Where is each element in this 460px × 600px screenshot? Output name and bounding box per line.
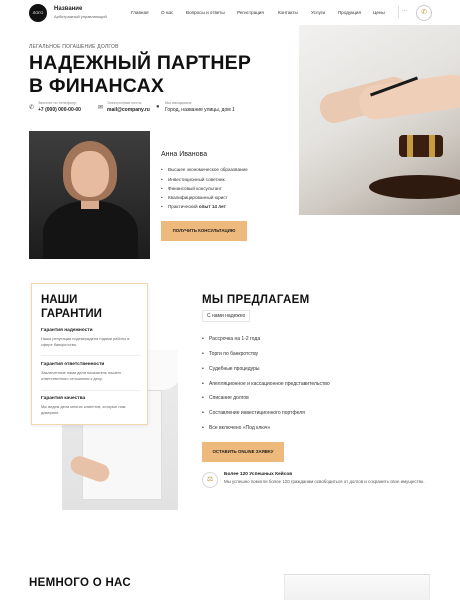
photo-gavel-band — [429, 135, 435, 157]
guarantee-item: Гарантия ответственности Заключенные нам… — [41, 362, 141, 382]
hero-kicker: ЛЕГАЛЬНОЕ ПОГАШЕНИЕ ДОЛГОВ — [29, 44, 119, 50]
guarantees-title: НАШИ ГАРАНТИИ — [41, 293, 102, 321]
guarantee-text: Мы ведем дела многих клиентов, которые н… — [41, 404, 126, 415]
about-photo — [284, 574, 430, 600]
guarantees-title-line1: НАШИ — [41, 294, 78, 306]
phone-icon: ✆ — [29, 105, 35, 111]
offers-title: МЫ ПРЕДЛАГАЕМ — [202, 294, 310, 306]
scales-icon: ⚖ — [202, 472, 218, 488]
brand-name[interactable]: Название — [54, 6, 82, 12]
divider — [41, 390, 140, 391]
hero-title: НАДЕЖНЫЙ ПАРТНЕР В ФИНАНСАХ — [29, 52, 251, 98]
nav-item-home[interactable]: Главная — [131, 10, 148, 15]
expert-name: Анна Иванова — [161, 151, 208, 158]
credential-item: Высшее экономическое образование — [161, 167, 248, 172]
service-item: Все включено «Под ключ» — [202, 425, 270, 431]
contact-value: +7 (000) 000-00-00 — [38, 107, 81, 113]
service-item: Судебные процедуры — [202, 366, 259, 372]
contact-label: Мы находимся: — [165, 101, 192, 105]
experience-value: опыт 14 лет — [198, 204, 226, 209]
nav-item-faq[interactable]: Вопросы и ответы — [186, 10, 225, 15]
online-request-button[interactable]: ОСТАВИТЬ ONLINE ЗАЯВКУ — [202, 442, 284, 462]
hero-title-line2: В ФИНАНСАХ — [29, 75, 165, 97]
get-consultation-button[interactable]: ПОЛУЧИТЬ КОНСУЛЬТАЦИЮ — [161, 221, 247, 241]
more-menu[interactable]: ... — [402, 7, 407, 13]
guarantee-heading: Гарантия надежности — [41, 328, 93, 333]
nav-item-about[interactable]: О нас — [161, 10, 173, 15]
hero-title-line1: НАДЕЖНЫЙ ПАРТНЕР — [29, 52, 252, 74]
nav-item-contacts[interactable]: Контакты — [278, 10, 298, 15]
guarantee-item: Гарантия надежности Наша репутация подтв… — [41, 328, 141, 348]
nav-item-prices[interactable]: Цены — [373, 10, 385, 15]
brand-subtitle: Арбитражный управляющий — [54, 14, 107, 19]
hero-photo — [299, 25, 460, 215]
photo-body — [43, 201, 138, 259]
logo[interactable]: ЛОГО — [29, 4, 47, 22]
guarantees-title-line2: ГАРАНТИИ — [41, 308, 102, 320]
divider — [41, 355, 140, 356]
expert-photo — [29, 131, 150, 259]
contact-label: Электронная почта: — [107, 101, 142, 105]
guarantee-text: Наша репутация подтверждена годами работ… — [41, 336, 130, 347]
experience-prefix: Практический — [168, 204, 199, 209]
contact-value: Город, название улицы, дом 1 — [165, 107, 235, 113]
contact-value: mail@company.ru — [107, 107, 150, 113]
about-title: НЕМНОГО О НАС — [29, 577, 131, 589]
service-item: Рассрочка на 1-2 года — [202, 336, 260, 342]
cases-text: Мы успешно помогли более 120 гражданам о… — [224, 479, 425, 484]
contact-label: Звоните по телефону: — [38, 101, 77, 105]
guarantee-heading: Гарантия ответственности — [41, 362, 105, 367]
nav-item-products[interactable]: Продукция — [338, 10, 361, 15]
photo-face — [71, 151, 109, 197]
credential-item: Инвестиционный советник — [161, 177, 225, 182]
guarantee-heading: Гарантия качества — [41, 396, 86, 401]
credential-item-experience: Практический опыт 14 лет — [161, 204, 226, 209]
guarantees-card: НАШИ ГАРАНТИИ Гарантия надежности Наша р… — [31, 283, 148, 425]
offers-subtitle: С нами надежно — [202, 310, 251, 322]
service-item: Апелляционное и кассационное представите… — [202, 381, 330, 387]
service-item: Составление инвестиционного портфеля — [202, 410, 305, 416]
photo-gavel-band — [407, 135, 413, 157]
location-icon: ● — [156, 104, 160, 110]
credential-item: Квалифицированный юрист — [161, 195, 228, 200]
site-header: ЛОГО Название Арбитражный управляющий Гл… — [0, 0, 460, 26]
guarantee-text: Заключенные нами дела показатель нашего … — [41, 370, 122, 381]
cases-title: Более 120 Успешных Кейсов — [224, 472, 293, 477]
guarantee-item: Гарантия качества Мы ведем дела многих к… — [41, 396, 141, 416]
phone-icon[interactable]: ✆ — [416, 5, 432, 21]
credential-item: Финансовый консультант — [161, 186, 222, 191]
nav-item-registration[interactable]: Регистрация — [237, 10, 264, 15]
nav-item-services[interactable]: Услуги — [311, 10, 325, 15]
service-item: Списание долгов — [202, 395, 249, 401]
mail-icon: ✉ — [98, 105, 104, 111]
photo-gavel — [399, 135, 443, 157]
nav-divider — [398, 6, 399, 18]
photo-gavel-base — [369, 175, 460, 199]
service-item: Торги по банкротству — [202, 351, 258, 357]
